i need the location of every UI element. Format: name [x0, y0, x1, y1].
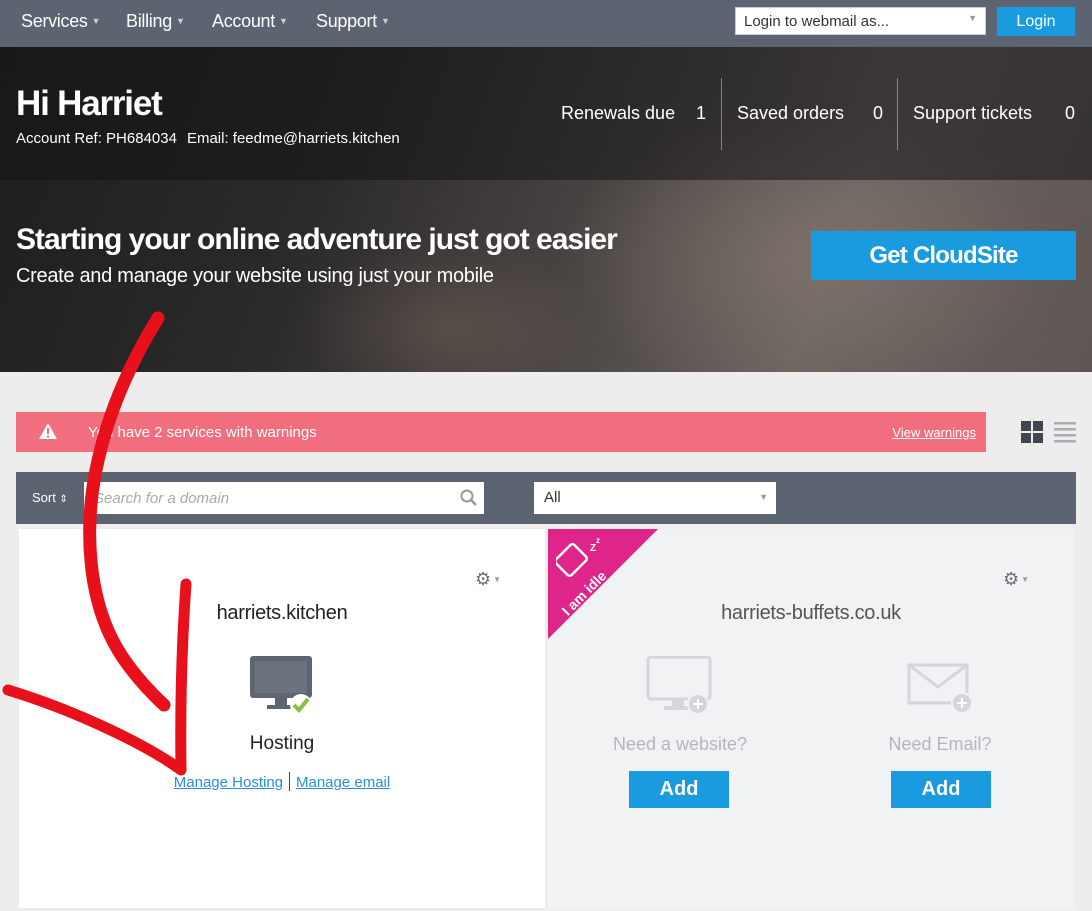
divider	[721, 78, 722, 150]
divider	[897, 78, 898, 150]
nav-support[interactable]: Support ▼	[316, 11, 390, 32]
list-view-icon[interactable]	[1054, 421, 1076, 443]
greeting-title: Hi Harriet	[16, 84, 163, 123]
login-button[interactable]: Login	[997, 7, 1075, 36]
webmail-login-select[interactable]: Login to webmail as... ▼	[735, 7, 986, 35]
nav-billing-label: Billing	[126, 11, 172, 31]
add-website-icon	[646, 656, 712, 715]
service-label: Hosting	[249, 733, 315, 754]
divider	[289, 772, 290, 791]
card-settings-button[interactable]: ⚙ ▼	[1003, 569, 1029, 590]
stat-label: Support tickets	[913, 103, 1033, 123]
stat-saved-orders[interactable]: Saved orders 0	[737, 103, 883, 124]
add-email-button[interactable]: Add	[891, 771, 991, 808]
nav-billing[interactable]: Billing ▼	[126, 11, 185, 32]
nav-support-label: Support	[316, 11, 377, 31]
nav-services-label: Services	[21, 11, 88, 31]
svg-text:z: z	[596, 537, 600, 545]
grid-view-icon[interactable]	[1021, 421, 1043, 443]
hero-banner: Hi Harriet Account Ref: PH684034 Email: f…	[0, 47, 1092, 372]
sort-button[interactable]: Sort ⇕	[32, 490, 68, 505]
stat-renewals-due[interactable]: Renewals due 1	[561, 103, 706, 124]
nav-account-label: Account	[212, 11, 275, 31]
domain-name: harriets.kitchen	[216, 602, 348, 624]
card-links: Manage Hosting Manage email	[19, 772, 545, 791]
chevron-down-icon: ▼	[380, 16, 390, 26]
chevron-down-icon: ▼	[1021, 575, 1030, 584]
add-website-button[interactable]: Add	[629, 771, 729, 808]
sort-label: Sort	[32, 490, 56, 505]
chevron-down-icon: ▼	[493, 575, 502, 584]
filter-bar: Sort ⇕ All ▼	[16, 472, 1076, 524]
stat-support-tickets[interactable]: Support tickets 0	[913, 103, 1075, 124]
service-filter-select[interactable]: All ▼	[534, 482, 776, 514]
hero-photo-background-2	[300, 237, 600, 372]
stat-value: 0	[1064, 103, 1075, 123]
manage-email-link[interactable]: Manage email	[296, 774, 390, 791]
domain-card-harriets-buffets: Z z I am idle ⚙ ▼ harriets-buffets.co.uk …	[548, 529, 1074, 908]
account-email: Email: feedme@harriets.kitchen	[186, 130, 400, 147]
dropdown-arrow-icon: ▼	[759, 492, 768, 502]
filter-select-value: All	[544, 489, 561, 506]
get-cloudsite-button[interactable]: Get CloudSite	[811, 231, 1076, 280]
account-details: Account Ref: PH684034 Email: feedme@harri…	[16, 130, 410, 147]
manage-hosting-link[interactable]: Manage Hosting	[174, 774, 283, 791]
chevron-down-icon: ▼	[91, 16, 101, 26]
promo-title: Starting your online adventure just got …	[16, 223, 618, 256]
gear-icon: ⚙	[1003, 569, 1020, 589]
need-website-text: Need a website?	[612, 734, 748, 754]
view-warnings-link[interactable]: View warnings	[892, 425, 976, 440]
chevron-down-icon: ▼	[278, 16, 288, 26]
webmail-select-value: Login to webmail as...	[744, 13, 890, 30]
chevron-down-icon: ▼	[175, 16, 185, 26]
domain-name: harriets-buffets.co.uk	[721, 602, 901, 624]
warning-banner: You have 2 services with warnings View w…	[16, 412, 986, 452]
card-settings-button[interactable]: ⚙ ▼	[475, 569, 501, 590]
search-icon[interactable]	[460, 489, 477, 506]
nav-services[interactable]: Services ▼	[21, 11, 101, 32]
gear-icon: ⚙	[475, 569, 492, 589]
nav-account[interactable]: Account ▼	[212, 11, 288, 32]
sort-icon: ⇕	[59, 494, 68, 505]
warning-icon	[39, 423, 57, 439]
promo-subtitle: Create and manage your website using jus…	[16, 265, 494, 287]
domain-search-input[interactable]	[84, 482, 484, 514]
add-email-icon	[907, 663, 973, 714]
stat-value: 1	[695, 103, 706, 123]
warning-text: You have 2 services with warnings	[88, 424, 317, 441]
dropdown-arrow-icon: ▼	[968, 13, 977, 23]
stat-label: Saved orders	[737, 103, 845, 123]
account-ref: Account Ref: PH684034	[16, 130, 177, 147]
need-email-text: Need Email?	[888, 734, 992, 754]
stat-label: Renewals due	[561, 103, 676, 123]
domain-card-harriets-kitchen: ⚙ ▼ harriets.kitchen Hosting Manage Hosti…	[19, 529, 545, 908]
stat-value: 0	[872, 103, 883, 123]
top-nav: Services ▼ Billing ▼ Account ▼ Support ▼ Log…	[0, 0, 1092, 47]
hosting-monitor-icon	[250, 656, 312, 716]
